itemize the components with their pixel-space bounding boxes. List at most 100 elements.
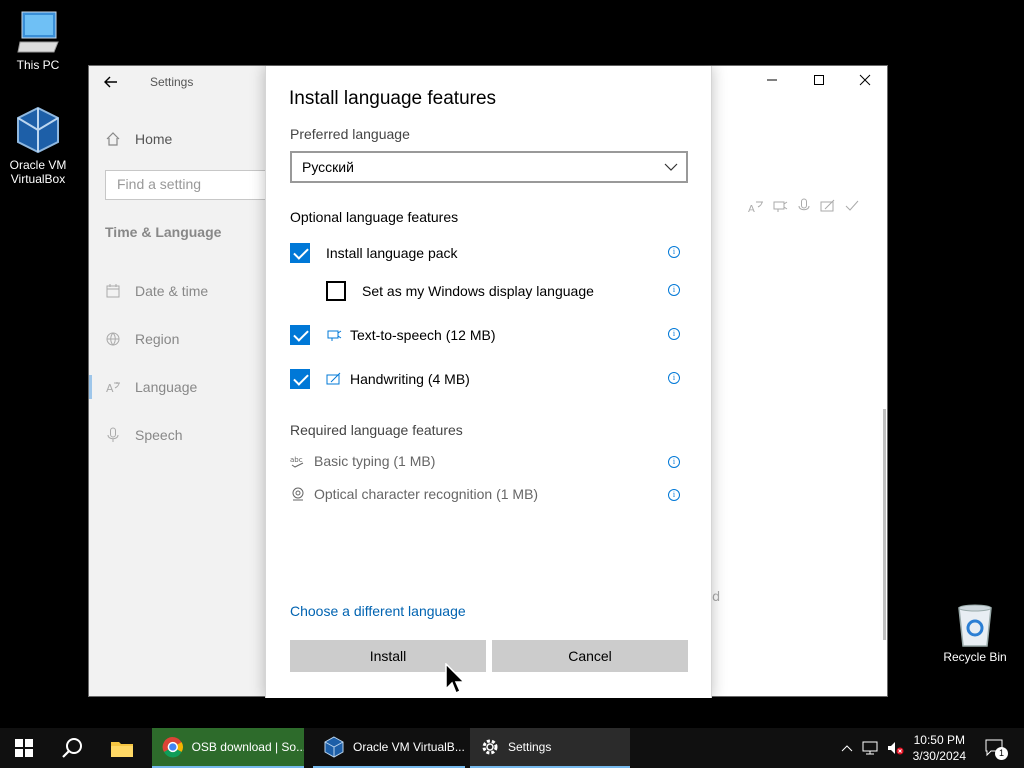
action-center-button[interactable]: 1 [980, 728, 1010, 768]
desktop-icon-label: Oracle VM VirtualBox [9, 158, 67, 186]
handwriting-icon [820, 199, 835, 212]
preferred-language-label: Preferred language [290, 126, 410, 142]
notification-badge: 1 [995, 747, 1008, 760]
home-icon [106, 132, 120, 146]
taskbar: OSB download | So... Oracle VM VirtualB.… [0, 728, 1024, 768]
desktop-icon-this-pc[interactable]: This PC [0, 10, 76, 72]
clock[interactable]: 10:50 PM 3/30/2024 [913, 732, 966, 764]
microphone-icon [107, 427, 119, 442]
nav-date-time[interactable]: Date & time [105, 278, 208, 304]
choose-different-language-link[interactable]: Choose a different language [290, 603, 466, 619]
option-text-to-speech[interactable]: Text-to-speech (12 MB) i [290, 321, 688, 349]
chrome-icon [162, 737, 183, 758]
desktop-icon-label: Recycle Bin [943, 650, 1007, 664]
desktop-icon-label: This PC [16, 58, 60, 72]
calendar-icon [106, 284, 120, 298]
checkbox[interactable] [290, 325, 310, 345]
globe-icon [106, 332, 120, 346]
svg-text:A: A [748, 204, 755, 214]
info-icon[interactable]: i [668, 328, 680, 340]
folder-icon [111, 742, 133, 757]
desktop-icon-virtualbox[interactable]: Oracle VM VirtualBox [0, 106, 76, 186]
nav-label: Language [135, 379, 198, 395]
minimize-button[interactable] [757, 72, 787, 92]
settings-content-pane: A d [712, 66, 888, 696]
text-to-speech-icon [326, 327, 342, 343]
chevron-down-icon [664, 157, 678, 180]
language-feature-icons: A [748, 198, 860, 214]
network-button[interactable] [861, 728, 881, 768]
search-button[interactable] [48, 728, 96, 768]
search-input[interactable]: Find a setting [105, 170, 269, 200]
checkbox[interactable] [326, 281, 346, 301]
chevron-up-icon [841, 745, 853, 752]
optional-features-label: Optional language features [290, 209, 459, 225]
maximize-button[interactable] [804, 72, 834, 92]
desktop-icon-recycle-bin[interactable]: Recycle Bin [937, 602, 1013, 664]
dialog-title: Install language features [289, 88, 497, 109]
language-icon: A [106, 382, 120, 395]
windows-logo-icon [15, 739, 33, 757]
checkbox[interactable] [290, 243, 310, 263]
info-icon[interactable]: i [668, 284, 680, 296]
dropdown-value: Русский [302, 159, 354, 175]
settings-window: Settings Home Find a setting Time & Lang… [88, 65, 888, 698]
close-icon [859, 74, 871, 86]
settings-nav-pane: Settings Home Find a setting Time & Lang… [89, 66, 269, 696]
info-icon[interactable]: i [668, 456, 680, 468]
preferred-language-dropdown[interactable]: Русский [290, 151, 688, 183]
nav-label: Date & time [135, 283, 209, 299]
back-button[interactable] [103, 74, 123, 94]
required-label: Basic typing (1 MB) [314, 453, 436, 469]
info-icon[interactable]: i [668, 372, 680, 384]
minimize-icon [767, 79, 777, 81]
required-ocr: Optical character recognition (1 MB) i [290, 482, 688, 506]
scrollbar[interactable] [883, 409, 886, 640]
file-explorer-button[interactable] [98, 728, 146, 768]
basic-typing-icon [845, 200, 859, 211]
search-icon [62, 738, 82, 758]
close-button[interactable] [850, 72, 880, 92]
taskbar-app-label: Settings [508, 740, 552, 754]
selected-indicator [89, 375, 92, 399]
nav-speech[interactable]: Speech [105, 422, 182, 448]
info-icon[interactable]: i [668, 246, 680, 258]
app-title: Settings [150, 75, 194, 89]
network-icon [862, 741, 878, 755]
option-label: Set as my Windows display language [362, 283, 594, 299]
show-hidden-icons-button[interactable] [838, 728, 856, 768]
taskbar-app-virtualbox[interactable]: Oracle VM VirtualB... [313, 728, 465, 768]
basic-typing-icon: abc [290, 453, 306, 469]
mouse-cursor-icon [445, 663, 465, 695]
recycle-bin-icon [958, 604, 992, 647]
cancel-button[interactable]: Cancel [492, 640, 688, 672]
taskbar-app-settings[interactable]: Settings [470, 728, 630, 768]
start-button[interactable] [0, 728, 48, 768]
handwriting-icon [326, 371, 342, 387]
nav-home[interactable]: Home [105, 126, 172, 152]
virtualbox-icon [17, 106, 59, 154]
speech-recognition-icon [798, 198, 810, 211]
computer-icon [17, 11, 59, 53]
option-set-display-language[interactable]: Set as my Windows display language i [290, 277, 688, 305]
nav-language[interactable]: A Language [105, 374, 197, 400]
option-install-language-pack[interactable]: Install language pack i [290, 239, 688, 267]
clock-date: 3/30/2024 [912, 749, 966, 763]
required-label: Optical character recognition (1 MB) [314, 486, 539, 502]
required-features-label: Required language features [290, 422, 463, 438]
clock-time: 10:50 PM [913, 733, 965, 747]
partial-text: d [712, 590, 721, 605]
nav-label: Region [135, 331, 180, 347]
gear-icon [482, 739, 498, 755]
option-handwriting[interactable]: Handwriting (4 MB) i [290, 365, 688, 393]
virtualbox-icon [324, 736, 344, 758]
taskbar-app-chrome[interactable]: OSB download | So... [152, 728, 304, 768]
nav-region[interactable]: Region [105, 326, 179, 352]
volume-button[interactable] [884, 728, 906, 768]
maximize-icon [814, 75, 824, 85]
info-icon[interactable]: i [668, 489, 680, 501]
option-label: Install language pack [326, 245, 458, 261]
checkbox[interactable] [290, 369, 310, 389]
volume-muted-icon [888, 742, 904, 755]
option-label: Text-to-speech (12 MB) [350, 327, 496, 343]
